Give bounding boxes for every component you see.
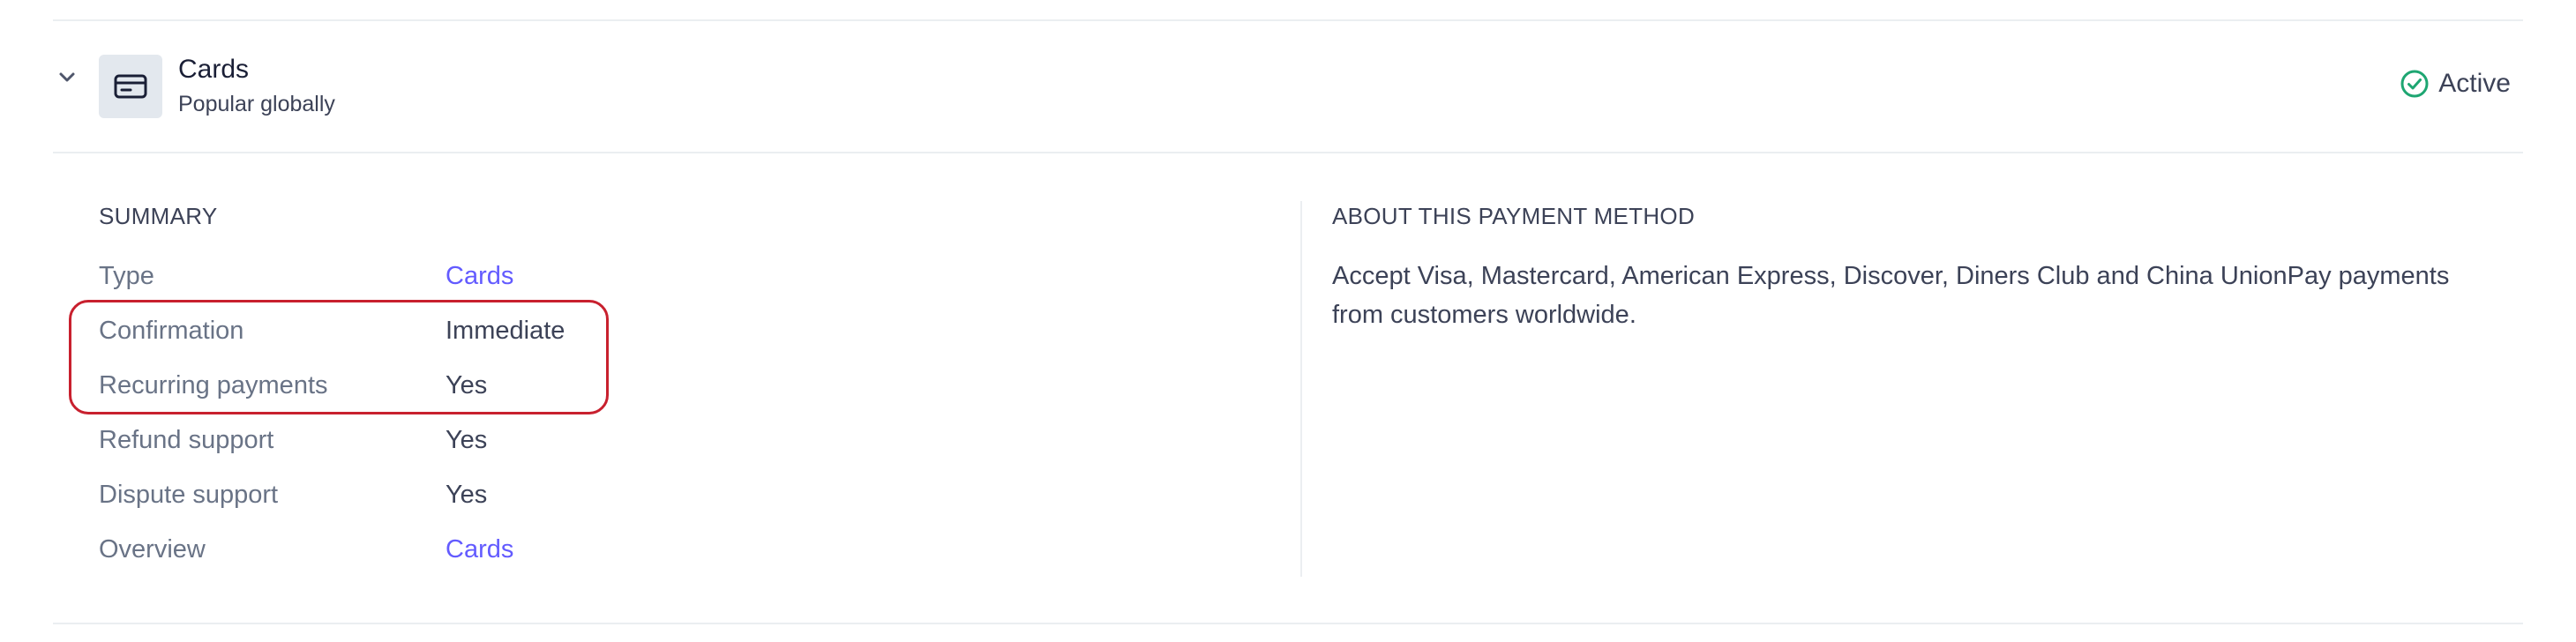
column-divider	[1300, 201, 1302, 577]
summary-row-value: Yes	[446, 370, 488, 399]
check-circle-icon	[2400, 70, 2429, 98]
header-divider	[53, 152, 2523, 153]
payment-method-title: Cards	[178, 55, 250, 84]
type-link[interactable]: Cards	[446, 262, 513, 291]
payment-method-subtitle: Popular globally	[178, 92, 335, 116]
summary-row-label: Type	[99, 261, 154, 290]
summary-row-label: Overview	[99, 534, 206, 564]
summary-title: SUMMARY	[99, 203, 218, 229]
status-label: Active	[2438, 69, 2511, 98]
about-section: ABOUT THIS PAYMENT METHOD Accept Visa, M…	[1332, 203, 2479, 334]
payment-method-header[interactable]: Cards Popular globally Active	[53, 21, 2523, 152]
status-badge: Active	[2400, 69, 2511, 99]
summary-row-value: Immediate	[446, 316, 565, 345]
summary-row-label: Refund support	[99, 425, 274, 454]
summary-row-value: Yes	[446, 425, 488, 454]
summary-row-value: Yes	[446, 480, 488, 509]
summary-row-label: Dispute support	[99, 480, 279, 509]
about-description: Accept Visa, Mastercard, American Expres…	[1332, 262, 2450, 329]
summary-row-label: Recurring payments	[99, 370, 328, 399]
bottom-divider	[53, 623, 2523, 624]
about-title: ABOUT THIS PAYMENT METHOD	[1332, 203, 1696, 229]
summary-section: SUMMARY Type Cards Confirmation Immediat…	[99, 203, 1246, 564]
summary-row-label: Confirmation	[99, 316, 244, 345]
chevron-down-icon[interactable]	[53, 63, 81, 92]
overview-link[interactable]: Cards	[446, 535, 513, 564]
credit-card-icon	[99, 55, 162, 118]
